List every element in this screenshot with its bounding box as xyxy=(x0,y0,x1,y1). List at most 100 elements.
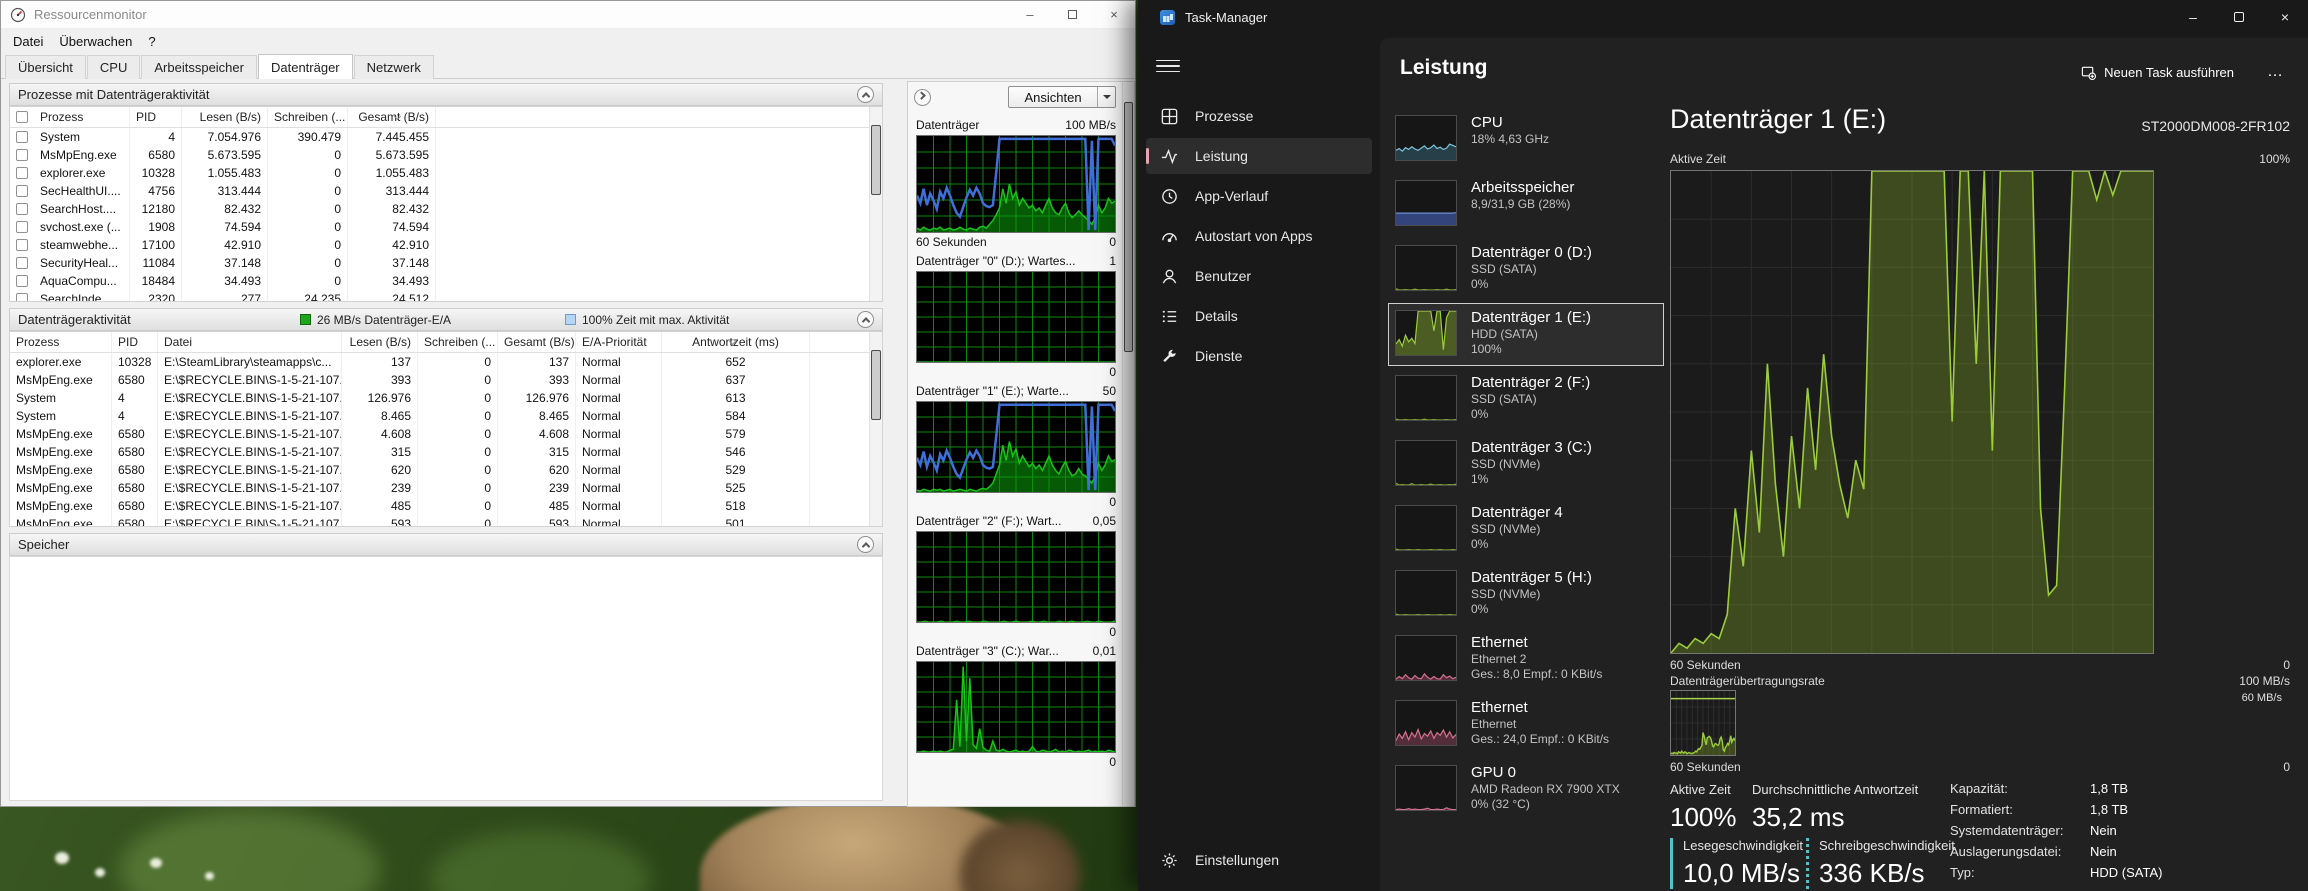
col-pid[interactable]: PID xyxy=(112,332,158,352)
collapse-panel-button[interactable] xyxy=(914,88,931,106)
table-header[interactable]: Prozess PID Lesen (B/s) Schreiben (... G… xyxy=(10,107,882,128)
tab[interactable]: Arbeitsspeicher xyxy=(141,55,257,79)
scrollbar-thumb[interactable] xyxy=(1124,102,1133,352)
maximize-button[interactable] xyxy=(1051,1,1093,28)
section-processes-header[interactable]: Prozesse mit Datenträgeraktivität xyxy=(9,83,883,106)
table-row[interactable]: MsMpEng.exe 6580 E:\$RECYCLE.BIN\S-1-5-2… xyxy=(10,515,882,526)
table-row[interactable]: MsMpEng.exe 6580 5.673.595 0 5.673.595 xyxy=(10,146,882,164)
row-checkbox[interactable] xyxy=(16,185,28,197)
process-pid: 6580 xyxy=(112,479,158,497)
perf-list-item[interactable]: GPU 0 AMD Radeon RX 7900 XTX 0% (32 °C) xyxy=(1388,758,1664,821)
minimize-button[interactable]: – xyxy=(2170,0,2216,34)
menu-item[interactable]: ? xyxy=(140,32,163,51)
graphs-scrollbar[interactable] xyxy=(1122,82,1134,806)
scrollbar-thumb[interactable] xyxy=(871,125,881,195)
col-prozess[interactable]: Prozess xyxy=(10,332,112,352)
col-pid[interactable]: PID xyxy=(130,107,182,127)
sidebar-item-leistung[interactable]: Leistung xyxy=(1146,138,1372,174)
row-checkbox[interactable] xyxy=(16,131,28,143)
collapse-button[interactable] xyxy=(857,86,874,103)
perf-list-item[interactable]: Datenträger 3 (C:) SSD (NVMe) 1% xyxy=(1388,433,1664,496)
table-row[interactable]: svchost.exe (... 1908 74.594 0 74.594 xyxy=(10,218,882,236)
more-options-button[interactable]: … xyxy=(2260,58,2290,86)
table-row[interactable]: SearchHost.... 12180 82.432 0 82.432 xyxy=(10,200,882,218)
menu-item[interactable]: Datei xyxy=(5,32,51,51)
table-row[interactable]: SearchInde... 2320 277 24.235 24.512 xyxy=(10,290,882,301)
ansichten-dropdown[interactable]: Ansichten xyxy=(1008,86,1116,108)
close-button[interactable]: × xyxy=(2262,0,2308,34)
collapse-button[interactable] xyxy=(857,536,874,553)
table1-scrollbar[interactable] xyxy=(869,107,882,301)
row-checkbox[interactable] xyxy=(16,293,28,301)
table-row[interactable]: MsMpEng.exe 6580 E:\$RECYCLE.BIN\S-1-5-2… xyxy=(10,443,882,461)
perf-list-item[interactable]: Arbeitsspeicher 8,9/31,9 GB (28%) xyxy=(1388,173,1664,236)
table-row[interactable]: MsMpEng.exe 6580 E:\$RECYCLE.BIN\S-1-5-2… xyxy=(10,461,882,479)
perf-list-item[interactable]: Datenträger 5 (H:) SSD (NVMe) 0% xyxy=(1388,563,1664,626)
hamburger-menu-icon[interactable] xyxy=(1156,54,1180,78)
sidebar-item-einstellungen[interactable]: Einstellungen xyxy=(1146,842,1372,878)
table-row[interactable]: AquaCompu... 18484 34.493 0 34.493 xyxy=(10,272,882,290)
minimize-button[interactable]: – xyxy=(1009,1,1051,28)
col-lesen[interactable]: Lesen (B/s) xyxy=(182,107,268,127)
col-gesamt[interactable]: Gesamt (B/s) xyxy=(348,107,436,127)
col-schreiben[interactable]: Schreiben (... xyxy=(268,107,348,127)
row-checkbox[interactable] xyxy=(16,221,28,233)
tab[interactable]: Datenträger xyxy=(257,54,353,79)
table-row[interactable]: System 4 E:\$RECYCLE.BIN\S-1-5-21-107...… xyxy=(10,389,882,407)
perf-list-item[interactable]: Datenträger 4 SSD (NVMe) 0% xyxy=(1388,498,1664,561)
section-disk-activity-header[interactable]: Datenträgeraktivität 26 MB/s Datenträger… xyxy=(9,308,883,331)
run-new-task-button[interactable]: Neuen Task ausführen xyxy=(2071,58,2244,86)
perf-list-item[interactable]: CPU 18% 4,63 GHz xyxy=(1388,108,1664,171)
legend-max-activity: 100% Zeit mit max. Aktivität xyxy=(565,313,729,327)
table-row[interactable]: MsMpEng.exe 6580 E:\$RECYCLE.BIN\S-1-5-2… xyxy=(10,371,882,389)
table-row[interactable]: System 4 7.054.976 390.479 7.445.455 xyxy=(10,128,882,146)
row-checkbox[interactable] xyxy=(16,275,28,287)
sidebar-item-benutzer[interactable]: Benutzer xyxy=(1146,258,1372,294)
row-checkbox[interactable] xyxy=(16,167,28,179)
col-prozess[interactable]: Prozess xyxy=(34,107,130,127)
table-row[interactable]: steamwebhe... 17100 42.910 0 42.910 xyxy=(10,236,882,254)
dropdown-arrow[interactable] xyxy=(1097,87,1115,107)
table-row[interactable]: MsMpEng.exe 6580 E:\$RECYCLE.BIN\S-1-5-2… xyxy=(10,425,882,443)
col-gesamt[interactable]: Gesamt (B/s) xyxy=(498,332,576,352)
scrollbar-thumb[interactable] xyxy=(871,350,881,420)
maximize-button[interactable] xyxy=(2216,0,2262,34)
section-speicher-header[interactable]: Speicher xyxy=(9,533,883,556)
perf-list-item[interactable]: Datenträger 0 (D:) SSD (SATA) 0% xyxy=(1388,238,1664,301)
sidebar-item-app-verlauf[interactable]: App-Verlauf xyxy=(1146,178,1372,214)
col-datei[interactable]: Datei xyxy=(158,332,342,352)
sidebar-item-prozesse[interactable]: Prozesse xyxy=(1146,98,1372,134)
table2-scrollbar[interactable] xyxy=(869,332,882,526)
table-row[interactable]: explorer.exe 10328 E:\SteamLibrary\steam… xyxy=(10,353,882,371)
menu-item[interactable]: Überwachen xyxy=(51,32,140,51)
select-all-checkbox-cell[interactable] xyxy=(10,107,34,127)
perf-list-item[interactable]: Ethernet Ethernet 2 Ges.: 8,0 Empf.: 0 K… xyxy=(1388,628,1664,691)
row-checkbox[interactable] xyxy=(16,203,28,215)
collapse-button[interactable] xyxy=(857,311,874,328)
tab[interactable]: CPU xyxy=(86,55,141,79)
close-button[interactable]: × xyxy=(1093,1,1135,28)
perf-list-item[interactable]: Datenträger 1 (E:) HDD (SATA) 100% xyxy=(1388,303,1664,366)
perf-list-item[interactable]: Datenträger 2 (F:) SSD (SATA) 0% xyxy=(1388,368,1664,431)
row-checkbox[interactable] xyxy=(16,149,28,161)
checkbox[interactable] xyxy=(16,111,28,123)
table-row[interactable]: MsMpEng.exe 6580 E:\$RECYCLE.BIN\S-1-5-2… xyxy=(10,497,882,515)
table-row[interactable]: MsMpEng.exe 6580 E:\$RECYCLE.BIN\S-1-5-2… xyxy=(10,479,882,497)
row-checkbox[interactable] xyxy=(16,257,28,269)
col-lesen[interactable]: Lesen (B/s) xyxy=(342,332,418,352)
table-header[interactable]: Prozess PID Datei Lesen (B/s) Schreiben … xyxy=(10,332,882,353)
table-row[interactable]: SecHealthUI.... 4756 313.444 0 313.444 xyxy=(10,182,882,200)
table-row[interactable]: System 4 E:\$RECYCLE.BIN\S-1-5-21-107...… xyxy=(10,407,882,425)
tab[interactable]: Übersicht xyxy=(5,55,86,79)
col-ea-prioritaet[interactable]: E/A-Priorität xyxy=(576,332,662,352)
table-row[interactable]: SecurityHeal... 11084 37.148 0 37.148 xyxy=(10,254,882,272)
col-schreiben[interactable]: Schreiben (... xyxy=(418,332,498,352)
perf-list-item[interactable]: Ethernet Ethernet Ges.: 24,0 Empf.: 0 KB… xyxy=(1388,693,1664,756)
table-row[interactable]: explorer.exe 10328 1.055.483 0 1.055.483 xyxy=(10,164,882,182)
col-antwortzeit[interactable]: Antwortzeit (ms) xyxy=(662,332,810,352)
sidebar-item-autostart[interactable]: Autostart von Apps xyxy=(1146,218,1372,254)
tab[interactable]: Netzwerk xyxy=(353,55,434,79)
sidebar-item-details[interactable]: Details xyxy=(1146,298,1372,334)
sidebar-item-dienste[interactable]: Dienste xyxy=(1146,338,1372,374)
row-checkbox[interactable] xyxy=(16,239,28,251)
